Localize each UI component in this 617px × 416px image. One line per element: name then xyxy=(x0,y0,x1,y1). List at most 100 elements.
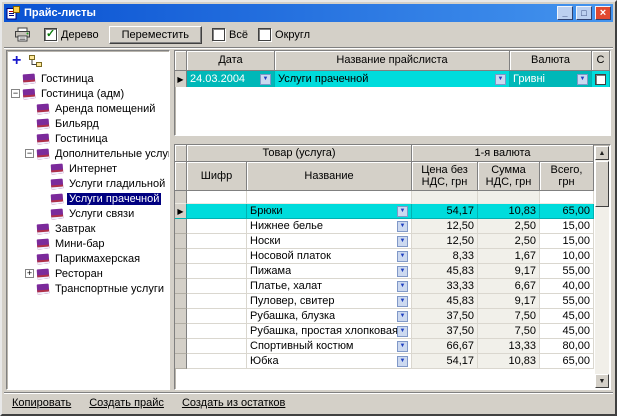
minimize-button[interactable]: _ xyxy=(557,6,573,20)
expand-icon[interactable]: + xyxy=(25,269,34,278)
add-icon[interactable]: + xyxy=(12,55,21,67)
status-link-3[interactable]: Создать из остатков xyxy=(182,397,285,409)
code-cell[interactable] xyxy=(187,354,247,369)
name-cell[interactable]: Пижама▼ xyxy=(247,264,412,279)
vat-cell[interactable]: 10,83 xyxy=(478,354,540,369)
price-cell[interactable]: 66,67 xyxy=(412,339,478,354)
code-cell[interactable] xyxy=(187,234,247,249)
name-cell[interactable]: Спортивный костюм▼ xyxy=(247,339,412,354)
total-cell[interactable]: 65,00 xyxy=(540,354,594,369)
total-cell[interactable]: 45,00 xyxy=(540,324,594,339)
dropdown-icon[interactable]: ▼ xyxy=(397,326,408,337)
tree-checkbox-group[interactable]: Дерево xyxy=(44,28,99,41)
name-cell[interactable]: Носки▼ xyxy=(247,234,412,249)
all-checkbox[interactable] xyxy=(212,28,225,41)
dropdown-icon[interactable]: ▼ xyxy=(397,206,408,217)
collapse-icon[interactable]: − xyxy=(11,89,20,98)
vat-cell[interactable]: 2,50 xyxy=(478,234,540,249)
dropdown-icon[interactable]: ▼ xyxy=(397,236,408,247)
column-header-total[interactable]: Всего, грн xyxy=(540,162,594,191)
dropdown-icon[interactable]: ▼ xyxy=(397,296,408,307)
move-button[interactable]: Переместить xyxy=(109,26,202,44)
total-cell[interactable]: 45,00 xyxy=(540,309,594,324)
name-cell[interactable]: Брюки▼ xyxy=(247,204,412,219)
dropdown-icon[interactable]: ▼ xyxy=(397,311,408,322)
status-link-1[interactable]: Копировать xyxy=(12,397,71,409)
tree-item[interactable]: Интернет xyxy=(7,161,169,176)
scroll-thumb[interactable] xyxy=(595,161,609,207)
price-cell[interactable]: 8,33 xyxy=(412,249,478,264)
price-cell[interactable]: 54,17 xyxy=(412,204,478,219)
vat-cell[interactable]: 2,50 xyxy=(478,219,540,234)
tree-item[interactable]: Гостиница xyxy=(7,71,169,86)
vertical-scrollbar[interactable]: ▲ ▼ xyxy=(594,146,609,388)
tree-item[interactable]: −Дополнительные услуги xyxy=(7,146,169,161)
column-header-vat[interactable]: Сумма НДС, грн xyxy=(478,162,540,191)
code-cell[interactable] xyxy=(187,264,247,279)
currency-cell[interactable]: Гривні ▼ xyxy=(510,71,592,87)
round-checkbox[interactable] xyxy=(258,28,271,41)
date-dropdown-icon[interactable]: ▼ xyxy=(260,74,271,85)
total-cell[interactable]: 15,00 xyxy=(540,219,594,234)
tree-item[interactable]: −Гостиница (адм) xyxy=(7,86,169,101)
date-cell[interactable]: 24.03.2004 ▼ xyxy=(187,71,275,87)
total-cell[interactable]: 10,00 xyxy=(540,249,594,264)
print-button[interactable] xyxy=(10,25,34,45)
total-cell[interactable]: 40,00 xyxy=(540,279,594,294)
price-cell[interactable]: 12,50 xyxy=(412,234,478,249)
code-cell[interactable] xyxy=(187,249,247,264)
price-cell[interactable]: 12,50 xyxy=(412,219,478,234)
vat-cell[interactable]: 9,17 xyxy=(478,294,540,309)
name-cell[interactable]: Юбка▼ xyxy=(247,354,412,369)
price-cell[interactable]: 54,17 xyxy=(412,354,478,369)
vat-cell[interactable]: 13,33 xyxy=(478,339,540,354)
round-checkbox-group[interactable]: Округл xyxy=(258,28,310,41)
tree-view-icon[interactable] xyxy=(29,55,43,67)
tree-item[interactable]: Услуги гладильной xyxy=(7,176,169,191)
vat-cell[interactable]: 7,50 xyxy=(478,309,540,324)
status-link-2[interactable]: Создать прайс xyxy=(89,397,164,409)
dropdown-icon[interactable]: ▼ xyxy=(397,266,408,277)
dropdown-icon[interactable]: ▼ xyxy=(397,251,408,262)
vat-cell[interactable]: 9,17 xyxy=(478,264,540,279)
group-header-product[interactable]: Товар (услуга) xyxy=(187,145,412,162)
tree-item[interactable]: Гостиница xyxy=(7,131,169,146)
name-dropdown-icon[interactable]: ▼ xyxy=(495,74,506,85)
group-header-currency[interactable]: 1-я валюта xyxy=(412,145,594,162)
name-cell[interactable]: Нижнее белье▼ xyxy=(247,219,412,234)
splitter[interactable] xyxy=(174,136,611,144)
header-currency[interactable]: Валюта xyxy=(510,51,592,71)
code-cell[interactable] xyxy=(187,219,247,234)
dropdown-icon[interactable]: ▼ xyxy=(397,281,408,292)
total-cell[interactable]: 65,00 xyxy=(540,204,594,219)
code-cell[interactable] xyxy=(187,204,247,219)
name-cell[interactable]: Рубашка, простая хлопковая▼ xyxy=(247,324,412,339)
code-cell[interactable] xyxy=(187,279,247,294)
price-cell[interactable]: 45,83 xyxy=(412,264,478,279)
vat-cell[interactable]: 10,83 xyxy=(478,204,540,219)
code-cell[interactable] xyxy=(187,309,247,324)
price-cell[interactable]: 37,50 xyxy=(412,309,478,324)
name-cell[interactable]: Платье, халат▼ xyxy=(247,279,412,294)
scroll-track[interactable] xyxy=(595,207,609,374)
header-date[interactable]: Дата xyxy=(187,51,275,71)
tree-item[interactable]: Аренда помещений xyxy=(7,101,169,116)
vat-cell[interactable]: 7,50 xyxy=(478,324,540,339)
tree-item[interactable]: Бильярд xyxy=(7,116,169,131)
total-cell[interactable]: 15,00 xyxy=(540,234,594,249)
column-header-code[interactable]: Шифр xyxy=(187,162,247,191)
pricelist-name-cell[interactable]: Услуги прачечной ▼ xyxy=(275,71,510,87)
header-flag[interactable]: С xyxy=(592,51,610,71)
code-cell[interactable] xyxy=(187,294,247,309)
tree-checkbox[interactable] xyxy=(44,28,57,41)
code-cell[interactable] xyxy=(187,339,247,354)
vat-cell[interactable]: 1,67 xyxy=(478,249,540,264)
dropdown-icon[interactable]: ▼ xyxy=(397,341,408,352)
scroll-up-icon[interactable]: ▲ xyxy=(595,146,609,160)
flag-checkbox[interactable] xyxy=(595,74,606,85)
tree-item[interactable]: +Ресторан xyxy=(7,266,169,281)
maximize-button[interactable]: □ xyxy=(576,6,592,20)
total-cell[interactable]: 80,00 xyxy=(540,339,594,354)
dropdown-icon[interactable]: ▼ xyxy=(397,221,408,232)
name-cell[interactable]: Пуловер, свитер▼ xyxy=(247,294,412,309)
